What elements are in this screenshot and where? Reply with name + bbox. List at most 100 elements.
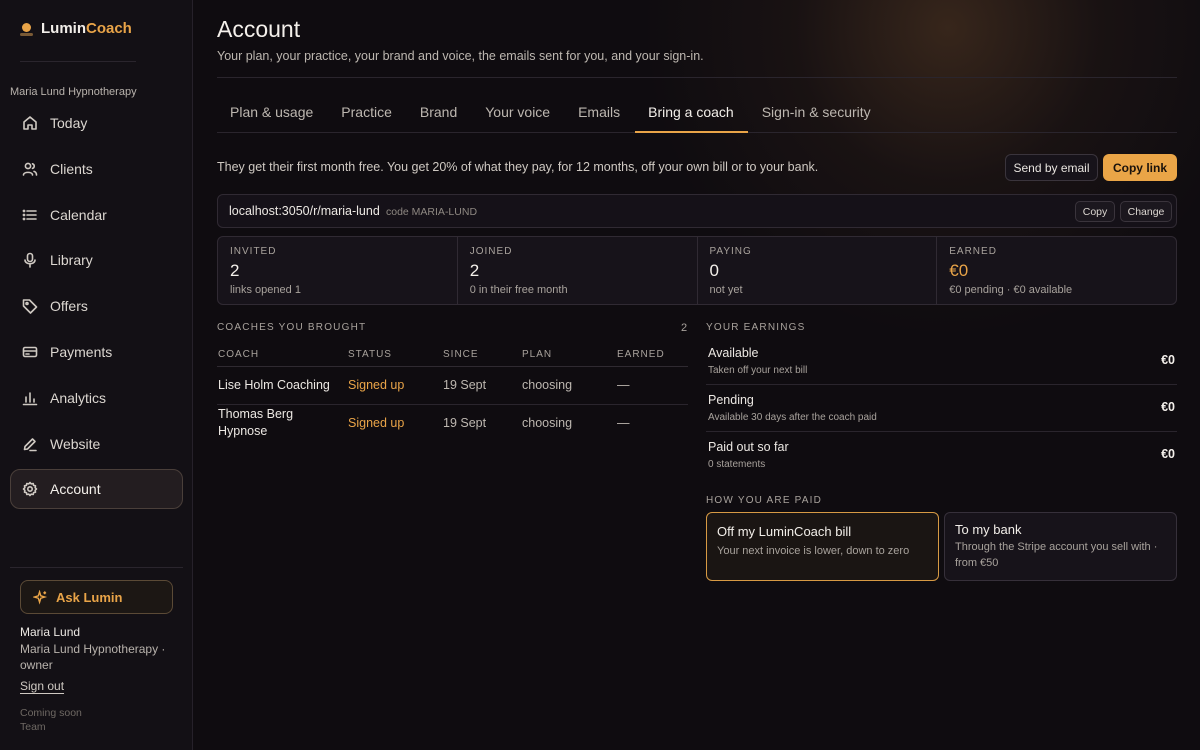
referral-stats: INVITED 2 links opened 1 JOINED 2 0 in t… <box>217 236 1177 305</box>
table-row[interactable]: Thomas Berg Hypnose Signed up 19 Sept ch… <box>217 405 688 447</box>
tab-brand[interactable]: Brand <box>407 92 471 133</box>
sidebar-nav: Today Clients Calendar Library Offers Pa… <box>10 103 183 515</box>
sidebar-item-analytics[interactable]: Analytics <box>10 378 183 418</box>
change-button[interactable]: Change <box>1120 201 1172 222</box>
since-date: 19 Sept <box>443 378 487 392</box>
team-item: Team <box>20 721 46 733</box>
user-name: Maria Lund <box>20 625 81 639</box>
referral-code: code MARIA-LUND <box>386 206 478 218</box>
payout-option-bill[interactable]: Off my LuminCoach bill Your next invoice… <box>706 512 939 581</box>
sidebar-item-label: Today <box>50 115 88 131</box>
sidebar-item-clients[interactable]: Clients <box>10 149 183 189</box>
account-tabs: Plan & usage Practice Brand Your voice E… <box>217 92 1177 133</box>
payout-desc: Your next invoice is lower, down to zero <box>717 545 910 557</box>
stat-value: €0 <box>949 261 969 280</box>
earnings-note: 0 statements <box>708 459 766 470</box>
stat-label: INVITED <box>230 246 277 257</box>
earnings-value: €0 <box>1161 400 1175 414</box>
earned-value: — <box>617 378 630 392</box>
tab-emails[interactable]: Emails <box>565 92 634 133</box>
sidebar-item-website[interactable]: Website <box>10 424 183 464</box>
card-icon <box>22 346 38 358</box>
sidebar-item-account[interactable]: Account <box>10 469 183 510</box>
sidebar-item-calendar[interactable]: Calendar <box>10 195 183 235</box>
coming-soon-label: Coming soon <box>20 707 82 719</box>
ask-lumin-button[interactable]: Ask Lumin <box>20 580 173 614</box>
table-header: COACH STATUS SINCE PLAN EARNED <box>217 342 688 367</box>
earnings-available: Available Taken off your next bill €0 <box>706 338 1177 385</box>
coaches-count: 2 <box>681 322 688 334</box>
tab-practice[interactable]: Practice <box>328 92 406 133</box>
stat-label: PAYING <box>709 246 752 257</box>
sidebar-item-payments[interactable]: Payments <box>10 332 183 372</box>
page-subtitle: Your plan, your practice, your brand and… <box>217 49 704 63</box>
tab-sign-in-security[interactable]: Sign-in & security <box>749 92 885 133</box>
stat-note: €0 pending · €0 available <box>949 284 1073 296</box>
status-badge: Signed up <box>348 378 405 392</box>
tab-bring-a-coach[interactable]: Bring a coach <box>635 92 748 133</box>
column-header: COACH <box>218 349 260 360</box>
sidebar-item-label: Clients <box>50 160 93 177</box>
practice-name: Maria Lund Hypnotherapy <box>10 86 137 98</box>
mic-icon <box>24 253 36 269</box>
sidebar-item-label: Offers <box>50 298 88 315</box>
home-icon <box>23 116 37 130</box>
divider <box>217 77 1177 78</box>
sparkle-icon <box>33 589 48 605</box>
sidebar-item-offers[interactable]: Offers <box>10 286 183 326</box>
stat-label: EARNED <box>949 246 997 257</box>
earnings-title: Available <box>708 346 759 360</box>
logo[interactable]: LuminCoach <box>20 20 132 37</box>
column-header: STATUS <box>348 349 392 360</box>
divider <box>10 567 183 568</box>
stat-value: 0 <box>709 261 719 280</box>
earnings-note: Taken off your next bill <box>708 365 808 376</box>
coach-name: Lise Holm Coaching <box>218 378 330 392</box>
column-header: PLAN <box>522 349 553 360</box>
edit-icon <box>23 437 37 451</box>
tab-your-voice[interactable]: Your voice <box>472 92 564 133</box>
column-header: SINCE <box>443 349 479 360</box>
table-row[interactable]: Lise Holm Coaching Signed up 19 Sept cho… <box>217 367 688 405</box>
status-badge: Signed up <box>348 416 405 430</box>
since-date: 19 Sept <box>443 416 487 430</box>
copy-link-button[interactable]: Copy link <box>1103 154 1177 181</box>
stat-value: 2 <box>469 261 480 280</box>
stat-joined: JOINED 2 0 in their free month <box>458 237 698 304</box>
stat-earned: EARNED €0 €0 pending · €0 available <box>937 237 1176 304</box>
main-content: Account Your plan, your practice, your b… <box>217 0 1177 750</box>
sidebar-item-today[interactable]: Today <box>10 103 183 143</box>
plan-value: choosing <box>522 378 573 392</box>
tab-plan-usage[interactable]: Plan & usage <box>217 92 327 133</box>
sign-out-link[interactable]: Sign out <box>20 679 64 693</box>
sidebar-item-label: Library <box>50 252 93 269</box>
referral-intro: They get their first month free. You get… <box>217 160 819 174</box>
list-icon <box>22 209 37 220</box>
payout-title: To my bank <box>955 522 1022 537</box>
send-by-email-button[interactable]: Send by email <box>1005 154 1098 181</box>
earnings-pending: Pending Available 30 days after the coac… <box>706 385 1177 432</box>
sidebar-item-label: Analytics <box>50 389 107 406</box>
stat-invited: INVITED 2 links opened 1 <box>218 237 458 304</box>
earnings-heading: YOUR EARNINGS <box>706 322 806 333</box>
coaches-heading: COACHES YOU BROUGHT <box>217 322 367 333</box>
payout-desc: Through the Stripe account you sell with… <box>955 541 1158 569</box>
earnings-paid-out: Paid out so far 0 statements €0 <box>706 432 1177 479</box>
sidebar-item-library[interactable]: Library <box>10 240 183 280</box>
column-header: EARNED <box>617 349 665 360</box>
stat-note: not yet <box>709 284 743 296</box>
coach-name: Thomas Berg Hypnose <box>218 407 294 438</box>
divider <box>20 61 136 62</box>
payout-title: Off my LuminCoach bill <box>717 524 852 539</box>
gear-icon <box>22 482 38 497</box>
sidebar-item-label: Account <box>50 481 101 498</box>
copy-button[interactable]: Copy <box>1075 201 1115 222</box>
earnings-value: €0 <box>1161 353 1175 367</box>
logo-icon <box>20 21 33 37</box>
stat-paying: PAYING 0 not yet <box>698 237 938 304</box>
payout-option-bank[interactable]: To my bank Through the Stripe account yo… <box>944 512 1177 581</box>
referral-url[interactable]: localhost:3050/r/maria-lund <box>229 204 380 218</box>
sidebar-item-label: Calendar <box>50 206 107 223</box>
stat-note: 0 in their free month <box>469 284 568 296</box>
logo-text: LuminCoach <box>41 20 132 37</box>
